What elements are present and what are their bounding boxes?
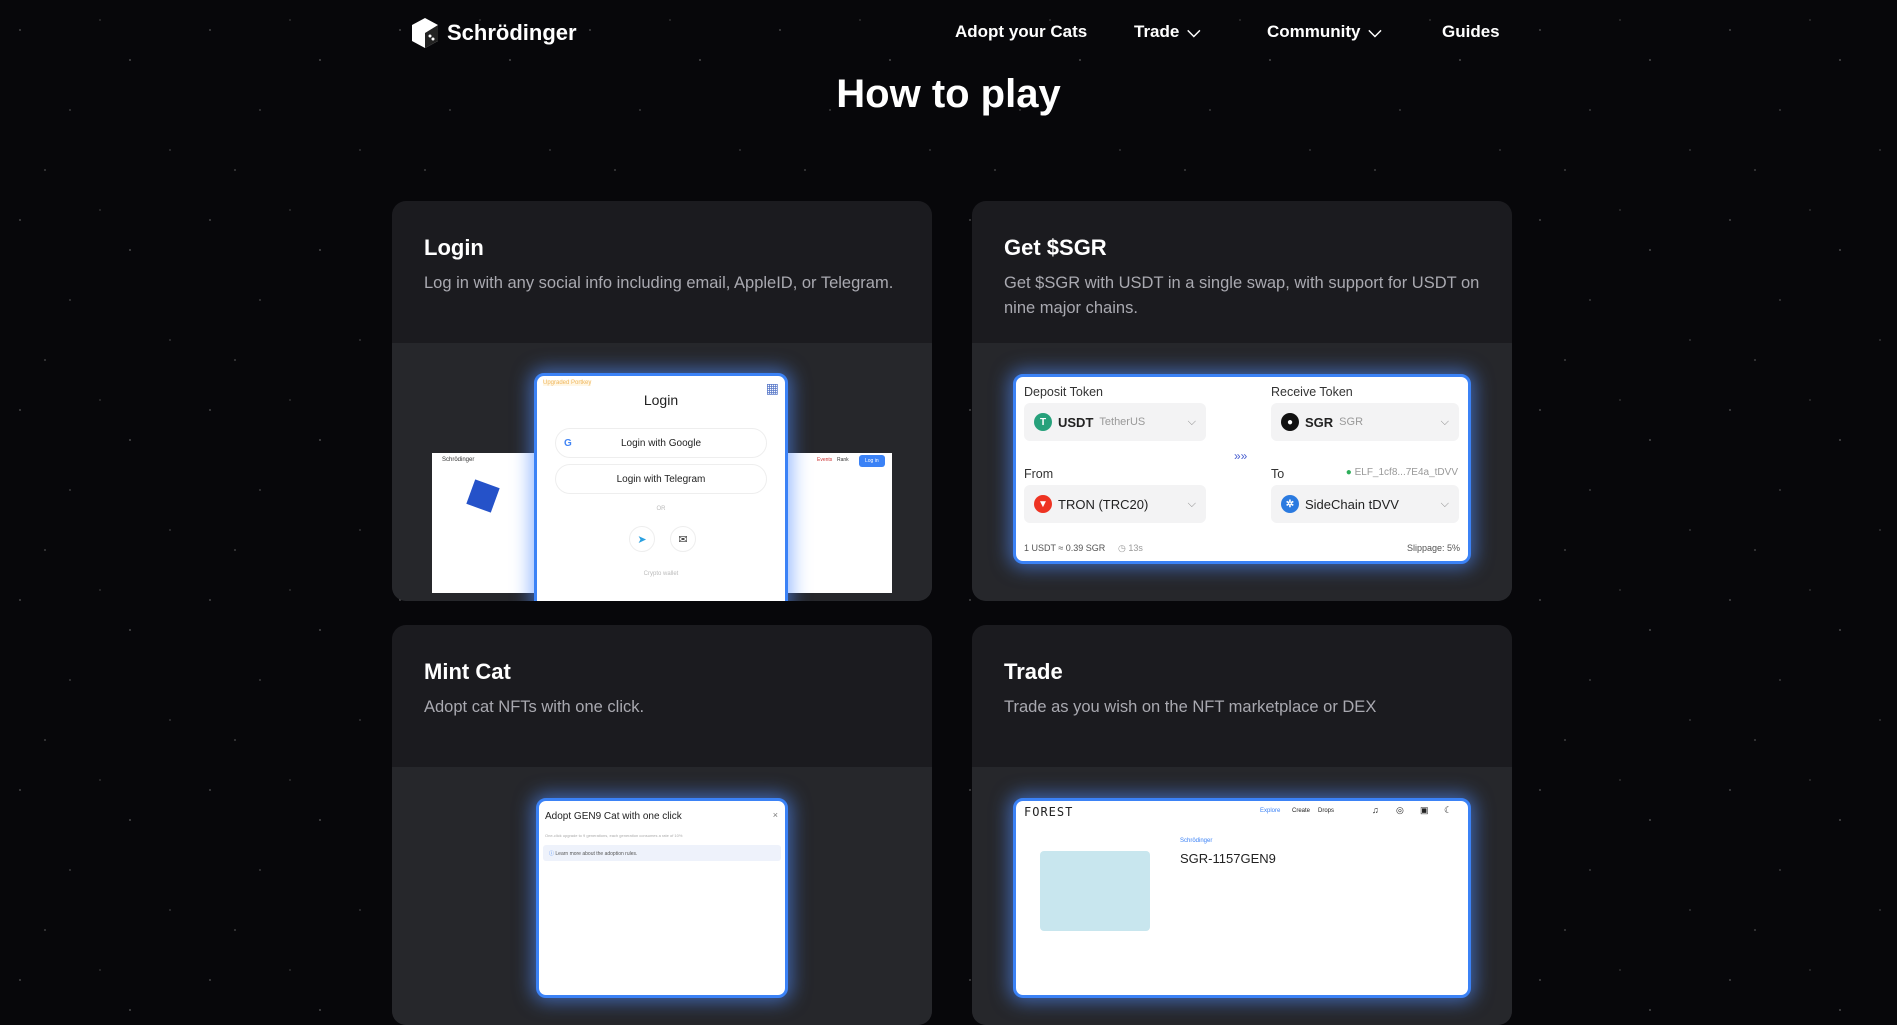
timer-text: 13s (1128, 543, 1143, 553)
theme-icon: ☾ (1444, 805, 1453, 815)
badge: Upgraded Portkey (543, 380, 592, 386)
login-screenshot: Schrödinger Events Rank Log in Upgraded … (392, 343, 932, 601)
login-modal: Upgraded Portkey ▦ Login G Login with Goo… (534, 373, 788, 601)
forest-page: FOREST Explore Create Drops ♫ ◎ ▣ ☾ Schr… (1013, 798, 1471, 998)
login-telegram-button: Login with Telegram (555, 464, 767, 494)
nav-trade[interactable]: Trade ⌵ (1134, 22, 1200, 42)
token-symbol: SGR (1305, 414, 1334, 430)
forest-logo: FOREST (1024, 805, 1074, 819)
info-banner: ⓘ Learn more about the adoption rules. (543, 845, 781, 861)
token-name: TetherUS (1099, 416, 1146, 428)
to-address: ● ELF_1cf8...7E4a_tDVV (1346, 467, 1458, 478)
chevron-down-icon: ⌵ (1187, 415, 1196, 428)
modal-subtext: One-click upgrade to 9 generations, each… (545, 833, 683, 838)
to-chain-select: ✲ SideChain tDVV ⌵ (1271, 485, 1459, 523)
trade-screenshot: FOREST Explore Create Drops ♫ ◎ ▣ ☾ Schr… (972, 767, 1512, 1025)
timer: ◷ 13s (1118, 543, 1143, 554)
mint-screenshot: Adopt GEN9 Cat with one click × One-clic… (392, 767, 932, 1025)
receive-label: Receive Token (1271, 385, 1353, 399)
from-label: From (1024, 467, 1054, 481)
crypto-wallet: Crypto wallet (643, 571, 679, 577)
from-chain-select: ▼ TRON (TRC20) ⌵ (1024, 485, 1206, 523)
bg-nav: Rank (837, 457, 849, 463)
address-text: ELF_1cf8...7E4a_tDVV (1354, 467, 1458, 478)
nav-label: Adopt your Cats (955, 22, 1088, 41)
forest-nav: Drops (1318, 808, 1335, 814)
nft-image (1040, 851, 1150, 931)
swap-widget: Deposit Token T USDT TetherUS ⌵ Receive Tok… (1013, 374, 1471, 564)
google-icon: G (564, 437, 572, 449)
cube-logo-icon (412, 18, 438, 48)
card-login: Login Log in with any social info includ… (392, 201, 932, 601)
tron-icon: ▼ (1034, 495, 1052, 513)
telegram-icon: ➤ (629, 526, 655, 552)
chevron-down-icon: ⌵ (1440, 497, 1449, 510)
swap-screenshot: Deposit Token T USDT TetherUS ⌵ Receive Tok… (972, 343, 1512, 601)
modal-title: Adopt GEN9 Cat with one click (545, 811, 682, 822)
card-mint-cat: Mint Cat Adopt cat NFTs with one click. … (392, 625, 932, 1025)
nav-adopt-cats[interactable]: Adopt your Cats (955, 22, 1087, 42)
collection-name: Schrödinger (1180, 838, 1213, 844)
top-nav: Schrödinger Adopt your Cats Trade ⌵ Commu… (0, 0, 1897, 66)
nav-label: Community (1267, 22, 1361, 41)
receive-token-select: ● SGR SGR ⌵ (1271, 403, 1459, 441)
close-icon: × (772, 810, 778, 820)
card-trade: Trade Trade as you wish on the NFT marke… (972, 625, 1512, 1025)
user-icon: ◎ (1396, 805, 1404, 815)
button-label: Login with Google (620, 437, 702, 449)
wallet-icon: ▣ (1420, 805, 1429, 815)
chevron-down-icon: ⌵ (1368, 22, 1382, 41)
nav-community[interactable]: Community ⌵ (1267, 22, 1381, 42)
card-title: Get $SGR (1004, 235, 1107, 260)
nav-label: Trade (1134, 22, 1180, 41)
bg-nav: Events (817, 457, 833, 463)
forest-nav: Create (1292, 808, 1311, 814)
token-symbol: USDT (1058, 414, 1094, 430)
deposit-token-select: T USDT TetherUS ⌵ (1024, 403, 1206, 441)
chevron-down-icon: ⌵ (1187, 497, 1196, 510)
deposit-label: Deposit Token (1024, 385, 1103, 399)
card-title: Trade (1004, 659, 1063, 684)
bg-login: Log in (859, 455, 885, 467)
forest-nav: Explore (1260, 808, 1281, 814)
token-name: SGR (1339, 416, 1364, 428)
nav-label: Guides (1442, 22, 1500, 41)
nft-name: SGR-1157GEN9 (1180, 851, 1276, 866)
usdt-icon: T (1034, 413, 1052, 431)
sgr-icon: ● (1281, 413, 1299, 431)
modal-title: Login (643, 392, 679, 408)
arrows-right-icon: »» (1234, 449, 1248, 463)
or-divider: OR (656, 506, 666, 512)
card-title: Mint Cat (424, 659, 511, 684)
button-label: Login with Telegram (616, 473, 706, 485)
card-description: Adopt cat NFTs with one click. (424, 698, 645, 716)
brand-logo[interactable]: Schrödinger (411, 17, 577, 49)
page-title: How to play (836, 72, 1061, 116)
adopt-modal: Adopt GEN9 Cat with one click × One-clic… (536, 798, 788, 998)
card-description: Log in with any social info including em… (424, 274, 894, 292)
aelf-icon: ✲ (1281, 495, 1299, 513)
bell-icon: ♫ (1372, 805, 1379, 815)
bg-brand: Schrödinger (442, 457, 475, 463)
clock-icon: ◷ (1118, 543, 1129, 553)
exchange-rate: 1 USDT ≈ 0.39 SGR (1024, 543, 1106, 553)
to-label: To (1271, 467, 1285, 481)
card-description: Get $SGR with USDT in a single swap, wit… (1004, 274, 1480, 317)
slippage: Slippage: 5% (1406, 543, 1460, 553)
nav-guides[interactable]: Guides (1442, 22, 1500, 42)
card-description: Trade as you wish on the NFT marketplace… (1004, 698, 1377, 716)
brand-name: Schrödinger (447, 20, 577, 45)
email-icon: ✉ (670, 526, 696, 552)
cube-image (466, 479, 500, 513)
login-google-button: G Login with Google (555, 428, 767, 458)
chain-name: TRON (TRC20) (1058, 496, 1149, 512)
status-dot: ● (1345, 467, 1355, 478)
info-text: Learn more about the adoption rules. (555, 851, 638, 857)
chevron-down-icon: ⌵ (1187, 22, 1201, 41)
card-title: Login (424, 235, 484, 260)
card-get-sgr: Get $SGR Get $SGR with USDT in a single … (972, 201, 1512, 601)
chain-name: SideChain tDVV (1305, 496, 1399, 512)
chevron-down-icon: ⌵ (1440, 415, 1449, 428)
